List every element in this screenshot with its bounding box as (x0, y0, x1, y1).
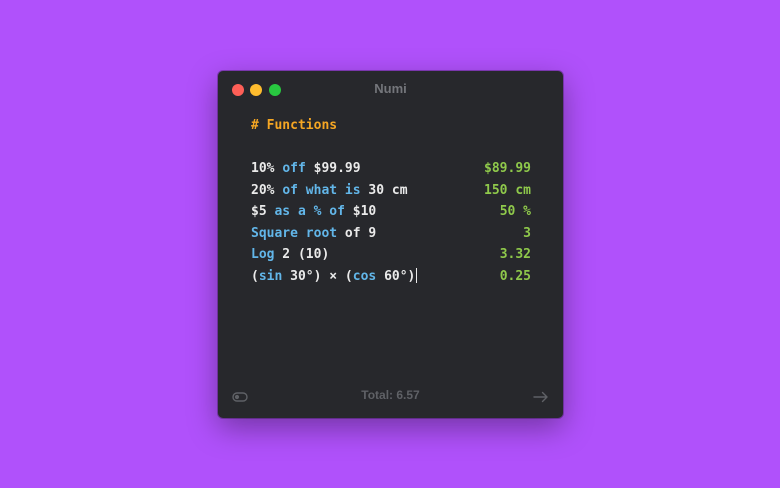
expression-token: $5 (251, 204, 267, 219)
calc-line[interactable]: Log 2 (10) 3.32 (251, 244, 531, 266)
expression-token: 20% (251, 182, 275, 198)
expression-token: of 9 (337, 225, 377, 241)
calc-line[interactable]: 10% off $99.99 $89.99 (251, 158, 531, 180)
result-value: 3 (523, 225, 531, 241)
section-heading: # Functions (251, 118, 338, 133)
result-value: 3.32 (499, 247, 531, 262)
keyword-token: off (282, 161, 306, 176)
expression[interactable]: (sin 30°) × (cos 60°) (251, 267, 418, 284)
arrow-right-icon[interactable] (533, 389, 549, 405)
calc-line[interactable]: (sin 30°) × (cos 60°) 0.25 (251, 266, 531, 288)
expression[interactable]: $5 as a % of $10 (251, 204, 376, 219)
window-title: Numi (374, 81, 407, 96)
calc-line[interactable]: Square root of 9 3 (251, 223, 531, 245)
expression-token: 30 cm (360, 182, 408, 198)
numi-window: Numi # Functions 10% off $99.99 $89.99 20%… (218, 71, 563, 418)
expression[interactable]: Square root of 9 (251, 226, 376, 241)
expression[interactable]: Log 2 (10) (251, 247, 329, 262)
total-label: Total: 6.57 (361, 388, 420, 402)
title-bar[interactable]: Numi (218, 71, 563, 107)
result-value: $89.99 (484, 161, 531, 176)
calc-line[interactable]: 20% of what is 30 cm 150 cm (251, 180, 531, 202)
expression[interactable]: 10% off $99.99 (251, 161, 361, 176)
expression-token: 60°) (376, 268, 416, 284)
footer-bar: Total: 6.57 (218, 376, 563, 418)
expression-token: 30°) × ( (282, 268, 353, 284)
keyword-token: cos (352, 268, 377, 284)
expression-token: $99.99 (305, 161, 361, 176)
keyword-token: as a % of (274, 204, 345, 219)
expression[interactable]: 20% of what is 30 cm (251, 183, 408, 198)
keyword-token: of what is (282, 182, 361, 198)
result-value: 150 cm (484, 182, 531, 198)
expression-token: ( (251, 268, 259, 284)
expression-token: 10% (251, 161, 275, 176)
text-cursor (416, 267, 418, 283)
result-value: 0.25 (499, 268, 531, 284)
keyword-token: sin (258, 268, 283, 284)
calc-line[interactable]: $5 as a % of $10 50 % (251, 201, 531, 223)
expression-token: 2 (10) (274, 247, 330, 262)
result-value: 50 % (499, 204, 531, 219)
keyword-token: Log (251, 247, 275, 262)
expression-token: $10 (344, 204, 377, 219)
keyword-token: Square root (251, 225, 338, 241)
calculator-editor[interactable]: # Functions 10% off $99.99 $89.99 20% of w… (251, 115, 531, 287)
